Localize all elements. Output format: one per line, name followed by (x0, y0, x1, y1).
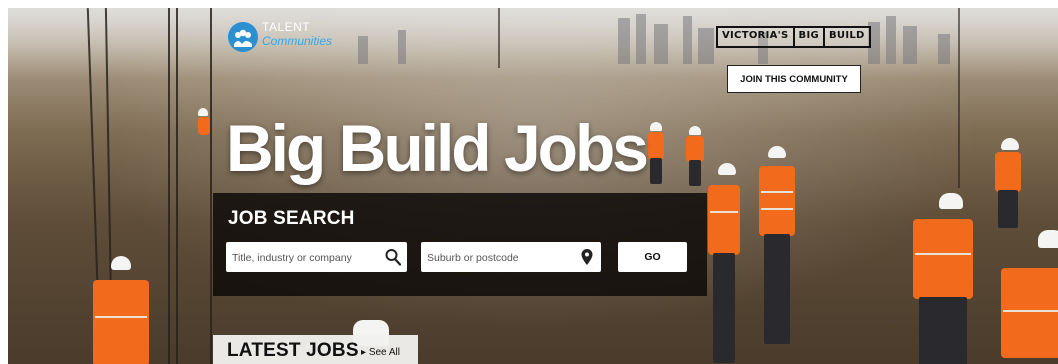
partner-word: BUILD (823, 28, 869, 46)
partner-word: VICTORIA'S (722, 30, 789, 41)
keyword-field[interactable] (226, 242, 407, 274)
city-skyline (358, 14, 950, 64)
talent-communities-logo[interactable]: TALENT Communities (228, 18, 348, 54)
crane-cable (210, 8, 212, 364)
crane-cable (176, 8, 178, 364)
keyword-input[interactable] (226, 242, 384, 274)
job-search-heading: JOB SEARCH (228, 208, 355, 229)
crane-cable (498, 8, 500, 68)
location-input[interactable] (421, 242, 579, 274)
join-community-button[interactable]: JOIN THIS COMMUNITY (727, 65, 861, 93)
job-search-panel: JOB SEARCH GO (213, 193, 707, 296)
map-pin-icon[interactable] (579, 248, 595, 266)
hero-background (8, 8, 1058, 364)
page-title: Big Build Jobs (226, 111, 649, 185)
victorias-big-build-logo[interactable]: VICTORIA'S BIG BUILD (716, 26, 871, 48)
go-button[interactable]: GO (618, 242, 687, 272)
latest-jobs-title: LATEST JOBS (227, 340, 359, 361)
see-all-label: See All (368, 347, 400, 358)
crane-cable (168, 8, 170, 364)
logo-text-communities: Communities (262, 34, 333, 48)
people-icon (228, 22, 258, 52)
location-field[interactable] (421, 242, 601, 274)
see-all-link[interactable]: ▸ See All (361, 347, 400, 358)
search-icon[interactable] (385, 248, 401, 266)
latest-jobs-header: LATEST JOBS ▸ See All (213, 335, 418, 364)
logo-text-talent: TALENT (262, 20, 311, 34)
partner-word: BIG (792, 28, 823, 46)
play-arrow-icon: ▸ (361, 347, 369, 358)
crane-cable (958, 8, 960, 188)
